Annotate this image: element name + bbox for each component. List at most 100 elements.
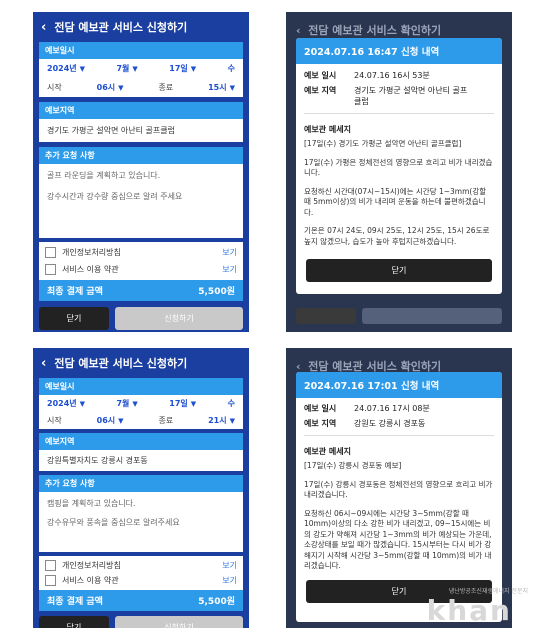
region-input[interactable]: 경기도 가평군 설악면 아난티 골프클럽	[39, 119, 243, 142]
weekday-value: 수	[227, 64, 235, 73]
background-title: ‹ 전담 예보관 서비스 확인하기	[296, 24, 442, 37]
privacy-view-link[interactable]: 보기	[222, 560, 237, 571]
time-key: 예보 일시	[304, 404, 337, 413]
privacy-view-link[interactable]: 보기	[222, 247, 237, 258]
privacy-label: 개인정보처리방침	[62, 248, 121, 257]
region-value: 경기도 가평군 설악면 아난티 골프클럽	[354, 86, 468, 106]
request-line: 강수시간과 강수량 중심으로 알려 주세요	[47, 192, 183, 201]
confirm-modal: 2024.07.16 16:47 신청 내역 예보 일시 24.07.16 16시…	[296, 38, 502, 294]
terms-label: 서비스 이용 약관	[62, 265, 119, 274]
modal-close-button[interactable]: 닫기	[306, 259, 492, 282]
message-line: 17일(수) 강릉시 경포동은 정체전선의 영향으로 흐리고 비가 내리겠습니다…	[304, 479, 493, 500]
terms-view-link[interactable]: 보기	[222, 264, 237, 275]
region-input[interactable]: 강원특별자치도 강릉시 경포동	[39, 450, 243, 471]
extra-request-textarea[interactable]: 캠핑을 계획하고 있습니다. 강수유무와 풍속을 중심으로 알려주세요	[39, 492, 243, 552]
time-value: 24.07.16 17시 08분	[354, 404, 430, 413]
message-line: 기온은 07시 24도, 09시 25도, 12시 25도, 15시 26도로 …	[304, 226, 490, 246]
request-line: 골프 라운딩을 계획하고 있습니다.	[47, 171, 161, 180]
form-header: ‹ 전담 예보관 서비스 신청하기	[33, 12, 249, 42]
privacy-checkbox[interactable]	[45, 560, 56, 571]
form-title: 전담 예보관 서비스 신청하기	[54, 357, 188, 370]
back-arrow-icon[interactable]: ‹	[41, 356, 46, 371]
payment-label: 최종 결제 금액	[47, 287, 103, 297]
terms-view-link[interactable]: 보기	[222, 575, 237, 586]
chevron-down-icon: ▼	[229, 416, 235, 425]
message-line: 17일(수) 가평은 정체전선의 영향으로 흐리고 비가 내리겠습니다.	[304, 157, 493, 178]
terms-checkbox[interactable]	[45, 264, 56, 275]
form-title: 전담 예보관 서비스 신청하기	[54, 21, 188, 34]
end-label: 종료	[158, 83, 174, 92]
back-arrow-icon[interactable]: ‹	[41, 20, 46, 35]
chevron-down-icon: ▼	[118, 416, 124, 425]
message-line: 요청하신 06시~09시에는 시간당 3~5mm(강할 때 10mm)이상의 다…	[304, 508, 492, 571]
chevron-down-icon: ▼	[132, 64, 138, 73]
weekday-value: 수	[227, 399, 235, 408]
request-line: 강수유무와 풍속을 중심으로 알려주세요	[47, 518, 180, 527]
confirm-panel-1: ‹ 전담 예보관 서비스 확인하기 2024.07.16 16:47 신청 내역…	[286, 12, 512, 332]
close-button[interactable]: 닫기	[39, 616, 109, 628]
day-select[interactable]: 17일 ▼	[169, 63, 196, 74]
modal-title: 2024.07.16 17:01 신청 내역	[296, 372, 502, 398]
close-button[interactable]: 닫기	[39, 307, 109, 330]
chevron-down-icon: ▼	[190, 399, 197, 408]
chevron-down-icon: ▼	[118, 83, 124, 92]
forecast-date-section: 2024년 ▼ 7월 ▼ 17일 ▼ 수 시작 06시 ▼ 종료 21시 ▼	[39, 395, 243, 429]
watermark-logo: khan	[426, 594, 512, 627]
time-key: 예보 일시	[304, 71, 337, 80]
privacy-checkbox[interactable]	[45, 247, 56, 258]
forecast-date-header: 예보일시	[39, 42, 243, 59]
final-payment-bar: 최종 결제 금액 5,500원	[39, 590, 243, 611]
start-label: 시작	[47, 83, 62, 92]
region-section: 강원특별자치도 강릉시 경포동	[39, 450, 243, 471]
extra-request-header: 추가 요청 사항	[39, 475, 243, 492]
region-value: 강원도 강릉시 경포동	[354, 419, 426, 428]
month-select[interactable]: 7월 ▼	[116, 63, 137, 74]
start-time-select[interactable]: 06시 ▼	[97, 415, 124, 426]
message-title: 예보관 메세지	[304, 125, 351, 134]
message-title: 예보관 메세지	[304, 447, 351, 456]
message-line: [17일(수) 강릉시 경포동 예보]	[304, 461, 402, 470]
payment-amount: 5,500원	[198, 597, 235, 607]
payment-label: 최종 결제 금액	[47, 597, 103, 607]
start-time-select[interactable]: 06시 ▼	[97, 82, 124, 93]
request-form-panel-2: ‹ 전담 예보관 서비스 신청하기 예보일시 2024년 ▼ 7월 ▼ 17일 ▼ 수…	[33, 348, 249, 628]
end-time-select[interactable]: 21시 ▼	[208, 415, 235, 426]
terms-checkbox[interactable]	[45, 575, 56, 586]
region-header: 예보지역	[39, 102, 243, 119]
region-section: 경기도 가평군 설악면 아난티 골프클럽	[39, 119, 243, 142]
forecast-date-section: 2024년 ▼ 7월 ▼ 17일 ▼ 수 시작 06시 ▼ 종료 15시 ▼	[39, 59, 243, 97]
chevron-down-icon: ▼	[190, 64, 197, 73]
time-value: 24.07.16 16시 53분	[354, 71, 430, 80]
confirm-modal: 2024.07.16 17:01 신청 내역 예보 일시 24.07.16 17시…	[296, 372, 502, 622]
chevron-down-icon: ▼	[79, 399, 86, 408]
payment-amount: 5,500원	[198, 287, 235, 297]
end-time-select[interactable]: 15시 ▼	[208, 82, 235, 93]
dimmed-buttons	[296, 308, 502, 324]
region-key: 예보 지역	[304, 86, 337, 95]
day-select[interactable]: 17일 ▼	[169, 398, 196, 409]
apply-button[interactable]: 신청하기	[115, 616, 243, 628]
message-line: 요청하신 시간대(07시~15시)에는 시간당 1~3mm(강할 때 5mm이상…	[304, 186, 487, 217]
final-payment-bar: 최종 결제 금액 5,500원	[39, 280, 243, 301]
extra-request-textarea[interactable]: 골프 라운딩을 계획하고 있습니다. 강수시간과 강수량 중심으로 알려 주세요	[39, 164, 243, 238]
request-line: 캠핑을 계획하고 있습니다.	[47, 499, 136, 508]
request-form-panel-1: ‹ 전담 예보관 서비스 신청하기 예보일시 2024년 ▼ 7월 ▼ 17일 ▼ 수…	[33, 12, 249, 332]
message-line: [17일(수) 경기도 가평군 설악면 아난티 골프클럽]	[304, 139, 462, 148]
apply-button[interactable]: 신청하기	[115, 307, 243, 330]
year-select[interactable]: 2024년 ▼	[47, 63, 85, 74]
chevron-down-icon: ▼	[132, 399, 138, 408]
chevron-down-icon: ▼	[79, 64, 86, 73]
form-header: ‹ 전담 예보관 서비스 신청하기	[33, 348, 249, 378]
background-title: ‹ 전담 예보관 서비스 확인하기	[296, 360, 442, 373]
end-label: 종료	[158, 416, 174, 425]
start-label: 시작	[47, 416, 62, 425]
agreements-section: 개인정보처리방침 보기 서비스 이용 약관 보기	[39, 242, 243, 280]
terms-label: 서비스 이용 약관	[62, 576, 119, 585]
chevron-down-icon: ▼	[229, 83, 235, 92]
modal-title: 2024.07.16 16:47 신청 내역	[296, 38, 502, 64]
region-key: 예보 지역	[304, 419, 337, 428]
month-select[interactable]: 7월 ▼	[116, 398, 137, 409]
privacy-label: 개인정보처리방침	[62, 561, 121, 570]
year-select[interactable]: 2024년 ▼	[47, 398, 85, 409]
forecast-date-header: 예보일시	[39, 378, 243, 395]
